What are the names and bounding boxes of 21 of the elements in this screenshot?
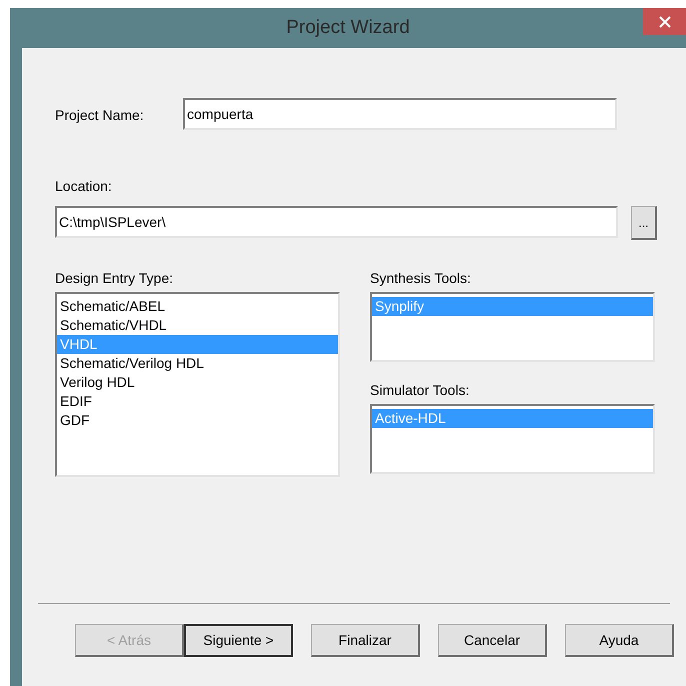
browse-button[interactable]: ... [631,206,657,240]
list-label: Simulator Tools: [370,381,470,400]
list-item[interactable]: Schematic/VHDL [57,316,338,335]
list-item[interactable]: EDIF [57,392,338,411]
location-field[interactable]: C:\tmp\ISPLever\ [55,206,618,238]
close-button[interactable] [643,8,686,35]
list-item[interactable]: Schematic/Verilog HDL [57,354,338,373]
field-label: Location: [55,178,112,194]
field-label: Project Name: [55,106,145,125]
window-title: Project Wizard [286,16,410,40]
dialog-button[interactable]: Finalizar [311,624,420,657]
close-icon [658,16,670,28]
list-item[interactable]: GDF [57,411,338,430]
project-name-field[interactable]: compuerta [183,98,617,130]
list-label: Design Entry Type: [55,269,174,288]
list-item[interactable]: Schematic/ABEL [57,297,338,316]
dialog-button[interactable]: Ayuda [565,624,674,657]
list-label: Synthesis Tools: [370,269,472,288]
dialog-button[interactable]: Siguiente > [184,624,293,657]
dialog-button[interactable]: Cancelar [438,624,547,657]
list-item[interactable]: Verilog HDL [57,373,338,392]
